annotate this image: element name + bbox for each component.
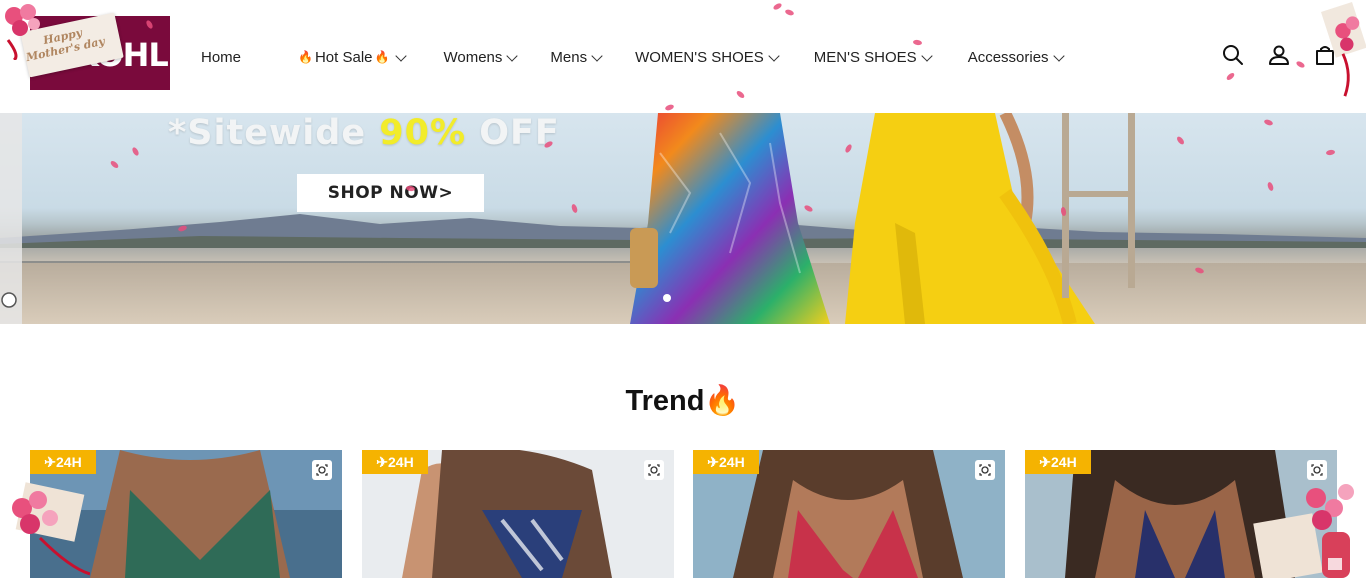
product-card[interactable]: ✈24H (362, 450, 674, 578)
nav-label: Hot Sale (314, 48, 373, 66)
shipping-badge: ✈24H (693, 450, 759, 474)
zoom-icon[interactable] (1307, 460, 1327, 480)
chevron-down-icon (921, 49, 933, 62)
trend-title-text: Trend (625, 385, 705, 417)
nav-item-mens[interactable]: Mens (550, 48, 603, 66)
flame-icon: 🔥 (298, 50, 313, 64)
flower-bouquet-icon (1320, 1, 1366, 97)
search-icon[interactable] (1222, 44, 1244, 66)
zoom-icon[interactable] (312, 460, 332, 480)
flower-bouquet-icon (5, 4, 40, 60)
flame-icon: 🔥 (374, 50, 390, 64)
chevron-down-icon (395, 49, 408, 62)
model-colorful-dress (630, 113, 830, 324)
wooden-post (1128, 113, 1135, 288)
main-navigation: Home 🔥 Hot Sale 🔥 Womens Mens WOMEN'S SH… (201, 46, 1065, 68)
site-header: KOHL'S Happy Mother's day Home 🔥 Hot Sal… (0, 0, 1366, 113)
hero-banner[interactable]: *Sitewide 90% OFF SHOP NOW> (0, 113, 1366, 324)
chevron-down-icon (768, 49, 780, 62)
chevron-down-icon (506, 49, 519, 62)
chevron-down-icon (591, 49, 603, 62)
nav-item-mens-shoes[interactable]: MEN'S SHOES (813, 48, 933, 66)
shipping-badge: ✈24H (362, 450, 428, 474)
product-card[interactable]: ✈24H (693, 450, 1005, 578)
flower-bouquet-icon (1253, 484, 1354, 578)
chevron-down-icon (1052, 49, 1065, 62)
flower-bouquet-icon (12, 482, 90, 576)
hero-headline-highlight: 90% (379, 113, 467, 153)
shop-now-button[interactable]: SHOP NOW> (297, 174, 484, 212)
nav-label: Accessories (967, 48, 1049, 66)
flame-icon: 🔥 (704, 385, 741, 417)
hero-headline-prefix: *Sitewide (168, 113, 380, 153)
wooden-post (1062, 113, 1069, 298)
nav-item-womens[interactable]: Womens (443, 48, 519, 66)
shipping-badge: ✈24H (1025, 450, 1091, 474)
account-icon[interactable] (1268, 44, 1290, 66)
nav-item-home[interactable]: Home (201, 49, 241, 66)
nav-label: Womens (443, 48, 503, 66)
trend-section-title: Trend🔥 (0, 384, 1366, 418)
hero-headline: *Sitewide 90% OFF (168, 113, 560, 153)
nav-label: MEN'S SHOES (813, 48, 917, 66)
nav-item-womens-shoes[interactable]: WOMEN'S SHOES (635, 48, 780, 66)
nav-item-hot-sale[interactable]: 🔥 Hot Sale 🔥 (296, 48, 408, 66)
carousel-indicator[interactable] (663, 294, 671, 302)
nav-label: Mens (550, 48, 588, 66)
nav-label: WOMEN'S SHOES (635, 48, 764, 66)
shipping-badge: ✈24H (30, 450, 96, 474)
zoom-icon[interactable] (644, 460, 664, 480)
nav-item-accessories[interactable]: Accessories (967, 48, 1065, 66)
chat-icon[interactable] (0, 291, 18, 309)
zoom-icon[interactable] (975, 460, 995, 480)
nav-label: Home (201, 48, 242, 66)
wooden-post (1062, 191, 1135, 197)
